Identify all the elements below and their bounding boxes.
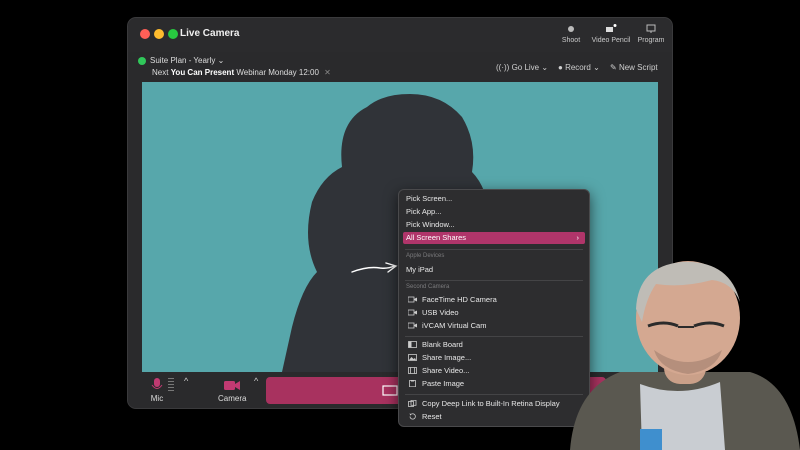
menu-item-paste-image[interactable]: Paste Image (403, 378, 585, 390)
menu-item-pick-app[interactable]: Pick App... (403, 206, 585, 218)
menu-item-all-screen-shares[interactable]: All Screen Shares › (403, 232, 585, 244)
apple-devices-header: Apple Devices (406, 253, 445, 259)
dismiss-icon[interactable]: ✕ (324, 68, 331, 77)
status-ok-icon (138, 56, 146, 65)
program-monitor-icon (646, 24, 656, 33)
record-button[interactable]: ● Record ⌄ (558, 63, 600, 72)
menu-separator (405, 280, 583, 281)
menu-item-blank-board[interactable]: Blank Board (403, 339, 585, 351)
mic-button[interactable]: Mic (150, 378, 164, 403)
menu-item-copy-deep-link[interactable]: Copy Deep Link to Built-In Retina Displa… (403, 398, 585, 410)
menu-item-my-ipad[interactable]: My iPad (403, 264, 585, 276)
menu-separator (405, 249, 583, 250)
minimize-window-button[interactable] (154, 29, 164, 39)
menu-item-facetime-hd-camera[interactable]: FaceTime HD Camera (403, 294, 585, 306)
menu-separator (405, 394, 583, 395)
next-event: Next You Can Present Webinar Monday 12:0… (152, 68, 331, 77)
mic-level-meter (168, 378, 174, 392)
mic-icon (151, 378, 163, 389)
blank-board-icon (408, 341, 417, 348)
chevron-down-icon: ⌄ (541, 63, 549, 72)
image-icon (408, 354, 417, 361)
broadcast-icon: ((·)) (496, 63, 510, 72)
chevron-down-icon: ⌄ (215, 56, 225, 65)
go-live-button[interactable]: ((·)) Go Live ⌄ (496, 63, 548, 72)
video-camera-icon (408, 309, 417, 316)
film-icon (408, 367, 417, 374)
video-pencil-button[interactable]: Video Pencil (591, 24, 631, 44)
zoom-window-button[interactable] (168, 29, 178, 39)
camera-options-chevron-icon[interactable]: ^ (254, 376, 258, 386)
record-icon: ● (558, 63, 563, 72)
video-camera-icon (224, 381, 241, 390)
menu-separator (405, 336, 583, 337)
chevron-down-icon: ⌄ (593, 63, 600, 72)
reset-icon (409, 413, 416, 420)
window-title: Live Camera (180, 28, 240, 39)
menu-item-pick-window[interactable]: Pick Window... (403, 219, 585, 231)
menu-item-usb-video[interactable]: USB Video (403, 307, 585, 319)
menu-item-reset[interactable]: Reset (403, 411, 585, 423)
chevron-right-icon: › (576, 233, 580, 242)
copy-icon (408, 400, 417, 407)
title-bar: Live Camera Shoot Video Pencil Program (128, 18, 672, 52)
video-camera-icon (408, 322, 417, 329)
status-bar: Suite Plan - Yearly ⌄ Next You Can Prese… (128, 52, 672, 80)
mic-options-chevron-icon[interactable]: ^ (184, 376, 188, 386)
screen-share-icon (382, 385, 398, 396)
clipboard-icon (409, 380, 416, 387)
new-script-button[interactable]: ✎ New Script (610, 63, 658, 72)
presenter-webcam-overlay (570, 261, 800, 450)
menu-item-ivcam-virtual-cam[interactable]: iVCAM Virtual Cam (403, 320, 585, 332)
menu-item-pick-screen[interactable]: Pick Screen... (403, 193, 585, 205)
menu-item-share-video[interactable]: Share Video... (403, 365, 585, 377)
plan-selector[interactable]: Suite Plan - Yearly ⌄ (138, 56, 224, 65)
script-icon: ✎ (610, 63, 617, 72)
menu-item-share-image[interactable]: Share Image... (403, 352, 585, 364)
video-pencil-icon (606, 24, 617, 32)
shoot-button[interactable]: Shoot (551, 24, 591, 44)
camera-icon (568, 26, 574, 32)
video-camera-icon (408, 296, 417, 303)
camera-button[interactable]: Camera (218, 378, 246, 403)
second-camera-header: Second Camera (406, 284, 450, 290)
program-button[interactable]: Program (631, 24, 671, 44)
close-window-button[interactable] (140, 29, 150, 39)
